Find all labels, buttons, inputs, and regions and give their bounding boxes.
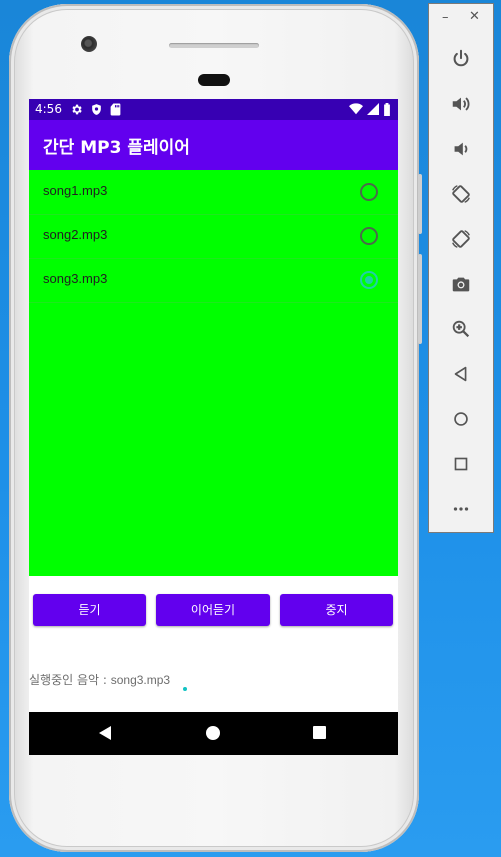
home-icon[interactable] bbox=[446, 404, 476, 434]
now-playing-text: 실행중인 음악 : song3.mp3 bbox=[29, 671, 170, 688]
device-screen: 4:56 간단 MP3 플레이어 song1.mp3 song2.mp3 son… bbox=[29, 99, 398, 755]
navigation-bar bbox=[29, 712, 398, 755]
volume-up-icon[interactable] bbox=[446, 89, 476, 119]
app-title: 간단 MP3 플레이어 bbox=[43, 138, 190, 158]
nav-recents-icon[interactable] bbox=[313, 726, 326, 739]
battery-icon bbox=[384, 103, 390, 116]
camera-icon[interactable] bbox=[446, 269, 476, 299]
list-item-song1[interactable]: song1.mp3 bbox=[29, 170, 398, 215]
more-icon[interactable] bbox=[446, 494, 476, 524]
zoom-icon[interactable] bbox=[446, 314, 476, 344]
shield-icon bbox=[92, 104, 101, 115]
emulator-toolbar: – ✕ bbox=[428, 3, 494, 533]
back-icon[interactable] bbox=[446, 359, 476, 389]
radio-button-song1[interactable] bbox=[360, 183, 378, 201]
list-item-label: song1.mp3 bbox=[43, 183, 108, 198]
power-icon[interactable] bbox=[446, 44, 476, 74]
list-item-label: song2.mp3 bbox=[43, 227, 108, 242]
wifi-icon bbox=[349, 103, 363, 115]
progress-indicator bbox=[183, 687, 187, 691]
signal-icon bbox=[367, 103, 379, 115]
status-time: 4:56 bbox=[35, 102, 62, 116]
toolbar-window-controls: – ✕ bbox=[429, 4, 493, 38]
volume-down-icon[interactable] bbox=[446, 134, 476, 164]
earpiece-speaker bbox=[169, 43, 259, 48]
proximity-sensor bbox=[198, 74, 230, 86]
power-side-button bbox=[418, 174, 422, 234]
app-bar: 간단 MP3 플레이어 bbox=[29, 120, 398, 170]
minimize-icon[interactable]: – bbox=[442, 10, 449, 25]
nav-back-icon[interactable] bbox=[99, 726, 111, 740]
now-playing-value: song3.mp3 bbox=[110, 673, 171, 687]
now-playing-label: 실행중인 음악 : bbox=[29, 673, 111, 687]
front-camera bbox=[81, 36, 97, 52]
settings-icon bbox=[72, 104, 82, 115]
rotate-left-icon[interactable] bbox=[446, 179, 476, 209]
overview-icon[interactable] bbox=[446, 449, 476, 479]
list-item-song3[interactable]: song3.mp3 bbox=[29, 258, 398, 303]
nav-home-icon[interactable] bbox=[206, 726, 220, 740]
list-item-song2[interactable]: song2.mp3 bbox=[29, 214, 398, 259]
close-icon[interactable]: ✕ bbox=[469, 9, 480, 24]
radio-button-song2[interactable] bbox=[360, 227, 378, 245]
play-button[interactable]: 듣기 bbox=[33, 594, 146, 626]
radio-button-song3[interactable] bbox=[360, 271, 378, 289]
stop-button[interactable]: 중지 bbox=[280, 594, 393, 626]
resume-button[interactable]: 이어듣기 bbox=[156, 594, 270, 626]
list-item-label: song3.mp3 bbox=[43, 271, 108, 286]
song-list[interactable]: song1.mp3 song2.mp3 song3.mp3 bbox=[29, 170, 398, 576]
status-bar: 4:56 bbox=[29, 99, 398, 120]
sd-card-icon bbox=[110, 103, 121, 116]
rotate-right-icon[interactable] bbox=[446, 224, 476, 254]
volume-side-button bbox=[418, 254, 422, 344]
